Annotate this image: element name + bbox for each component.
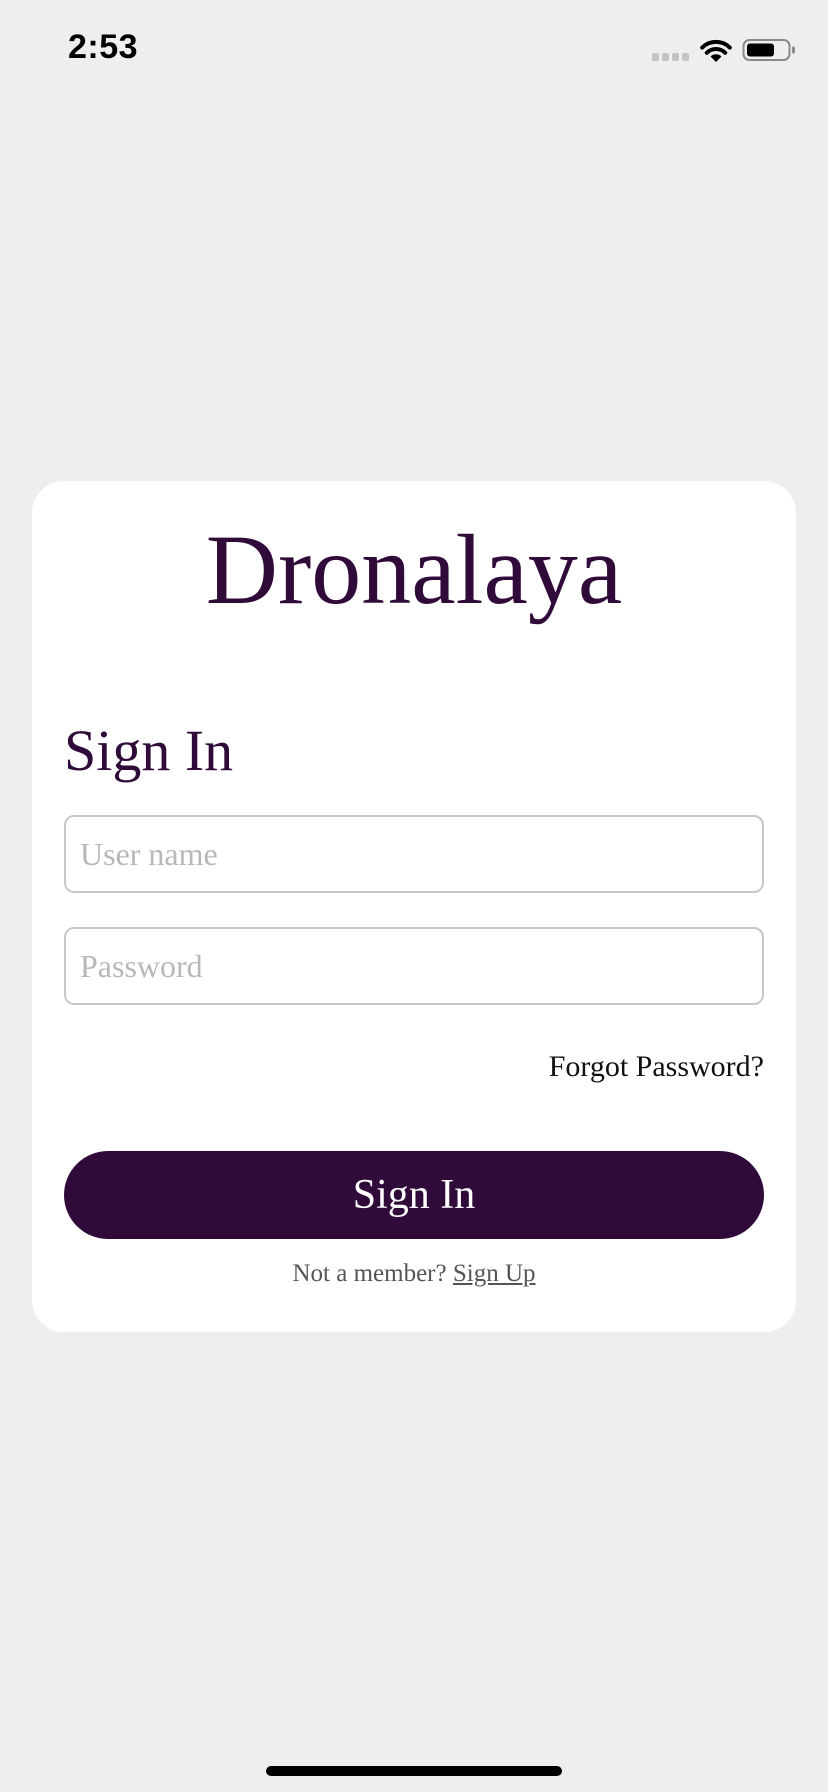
signup-row: Not a member? Sign Up xyxy=(0,1256,828,1292)
battery-icon xyxy=(742,39,795,61)
brand-title: Dronalaya xyxy=(205,514,623,625)
status-time: 2:53 xyxy=(68,28,139,66)
signal-icon xyxy=(652,53,689,61)
signin-button[interactable]: Sign In xyxy=(64,1151,764,1239)
home-indicator[interactable] xyxy=(266,1766,562,1776)
password-input[interactable] xyxy=(64,927,764,1005)
signup-link[interactable]: Sign Up xyxy=(453,1260,536,1287)
status-bar: 2:53 xyxy=(0,0,828,100)
username-input[interactable] xyxy=(64,815,764,893)
signin-heading: Sign In xyxy=(64,718,234,783)
forgot-password-link[interactable]: Forgot Password? xyxy=(549,1047,764,1087)
wifi-icon xyxy=(700,39,732,62)
signup-prompt: Not a member? xyxy=(292,1260,447,1287)
